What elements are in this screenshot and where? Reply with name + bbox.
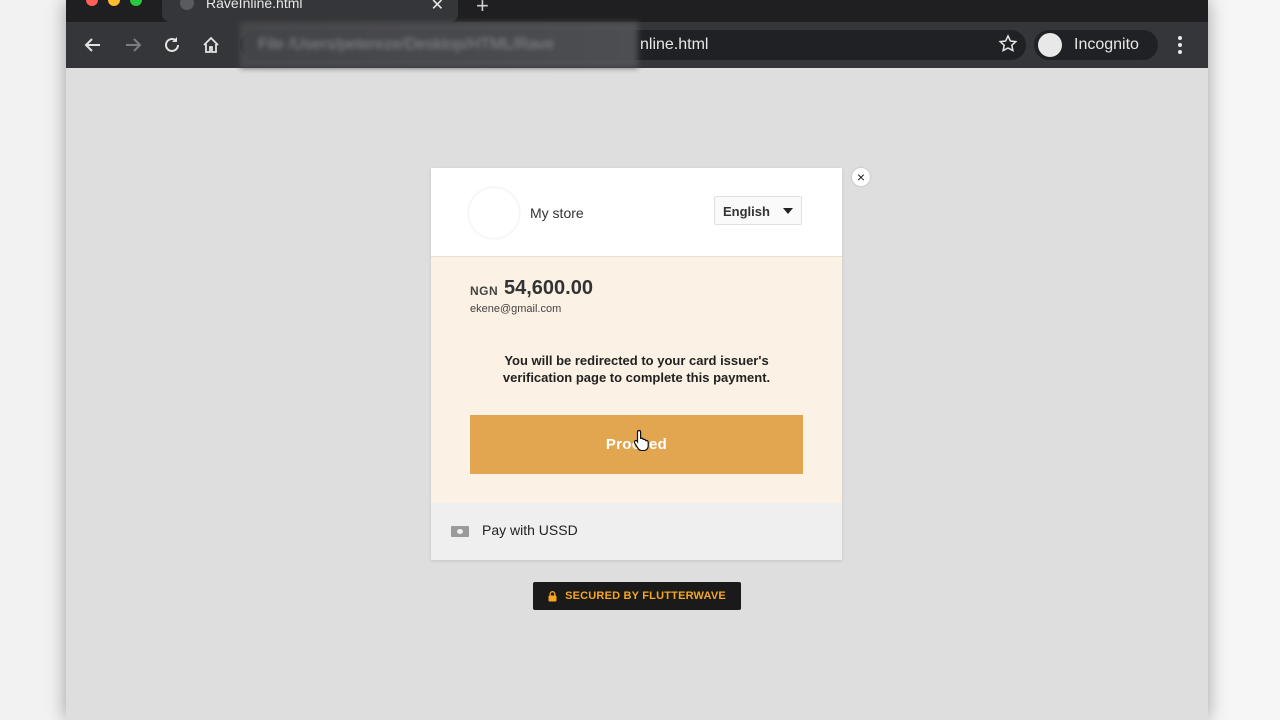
- customer-email: ekene@gmail.com: [470, 303, 562, 315]
- back-button[interactable]: [78, 22, 108, 68]
- browser-window: RaveInline.html ✕ + File /Users/petereze…: [66, 0, 1208, 720]
- desktop-background-left: [0, 0, 66, 720]
- home-button[interactable]: [196, 22, 226, 68]
- tab-title: RaveInline.html: [206, 0, 303, 11]
- window-minimize-dot[interactable]: [108, 0, 120, 6]
- incognito-label: Incognito: [1074, 36, 1139, 53]
- store-name: My store: [530, 205, 584, 221]
- star-icon[interactable]: [998, 34, 1018, 54]
- address-bar[interactable]: File /Users/petereze/Desktop/HTML/Rave n…: [240, 22, 1026, 68]
- currency-code: NGN: [470, 284, 499, 298]
- close-tab-icon[interactable]: ✕: [431, 0, 444, 15]
- pay-with-ussd-label: Pay with USSD: [482, 522, 578, 538]
- lock-icon: [548, 590, 557, 601]
- tab-active[interactable]: RaveInline.html ✕: [162, 0, 458, 22]
- pay-with-ussd-option[interactable]: Pay with USSD: [431, 503, 842, 560]
- reload-button[interactable]: [157, 22, 187, 68]
- browser-toolbar: File /Users/petereze/Desktop/HTML/Rave n…: [66, 22, 1208, 68]
- window-close-dot[interactable]: [86, 0, 98, 6]
- store-logo: [469, 188, 519, 238]
- url-text: nline.html: [640, 36, 709, 53]
- payment-modal: My store English NGN 54,600.00 ekene@gma…: [431, 168, 842, 560]
- hand-cursor-icon: [633, 429, 649, 451]
- caret-down-icon: [783, 208, 793, 214]
- window-zoom-dot[interactable]: [130, 0, 142, 6]
- reload-icon: [165, 37, 179, 52]
- secured-by-label: SECURED BY FLUTTERWAVE: [565, 590, 726, 602]
- cash-icon: [451, 526, 469, 537]
- browser-menu-icon[interactable]: [1170, 22, 1190, 68]
- modal-body: NGN 54,600.00 ekene@gmail.com You will b…: [431, 257, 842, 503]
- forward-button[interactable]: [118, 22, 148, 68]
- arrow-right-icon: [126, 38, 142, 52]
- modal-close-button[interactable]: ×: [852, 168, 870, 186]
- language-select[interactable]: English: [714, 196, 802, 225]
- secured-badge: SECURED BY FLUTTERWAVE: [533, 582, 741, 610]
- payment-amount: 54,600.00: [504, 277, 593, 299]
- tab-strip: RaveInline.html ✕ +: [66, 0, 1208, 22]
- language-selected: English: [723, 204, 770, 219]
- url-blurred-text: File /Users/petereze/Desktop/HTML/Rave: [258, 36, 555, 53]
- desktop-background-right: [1208, 0, 1280, 720]
- new-tab-icon[interactable]: +: [476, 0, 489, 19]
- globe-icon: [180, 0, 194, 10]
- arrow-left-icon: [84, 38, 100, 52]
- incognito-profile-button[interactable]: Incognito: [1034, 30, 1158, 60]
- redirect-message: You will be redirected to your card issu…: [502, 353, 771, 385]
- home-icon: [203, 36, 219, 53]
- modal-header: My store English: [431, 168, 842, 257]
- incognito-icon: [1038, 33, 1062, 57]
